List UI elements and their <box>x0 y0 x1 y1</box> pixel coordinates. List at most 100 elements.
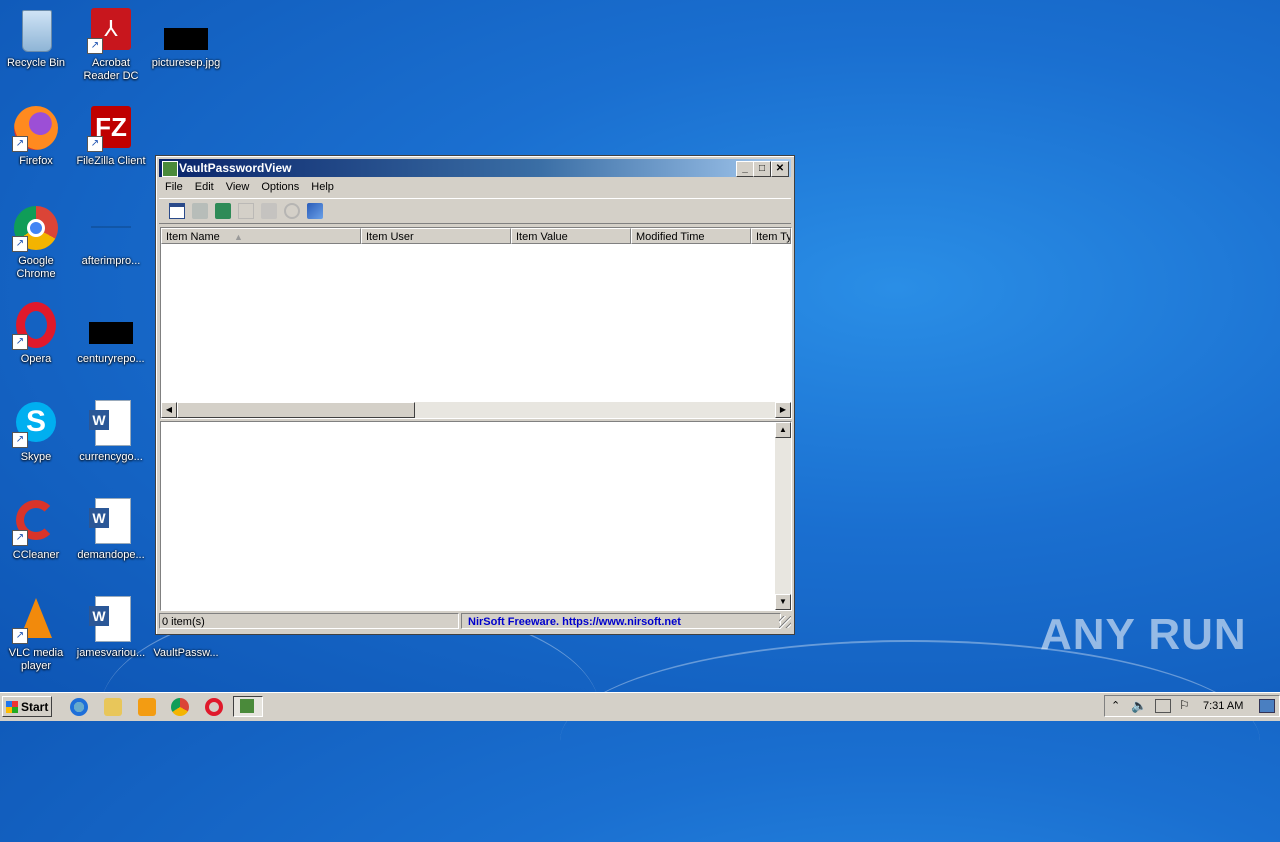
status-item-count: 0 item(s) <box>159 613 459 629</box>
file-explorer-icon[interactable] <box>104 698 122 716</box>
desktop-icon-label: Opera <box>20 353 52 365</box>
minimize-button[interactable]: _ <box>736 161 754 177</box>
shortcut-arrow-icon: ↗ <box>12 432 28 448</box>
desktop-icon-jamesvariou[interactable]: W jamesvariou... <box>73 596 149 660</box>
desktop-icon-label: VaultPassw... <box>153 647 219 659</box>
exit-icon[interactable] <box>307 203 323 219</box>
status-bar: 0 item(s) NirSoft Freeware. https://www.… <box>159 612 791 630</box>
desktop-icon-firefox[interactable]: ↗ Firefox <box>0 104 74 168</box>
acrobat-icon: ⅄ ↗ <box>87 6 135 54</box>
desktop-icon-ccleaner[interactable]: ↗ CCleaner <box>0 498 74 562</box>
desktop-icon-opera[interactable]: ↗ Opera <box>0 302 74 366</box>
word-doc-icon: W <box>87 596 135 644</box>
desktop-icon-skype[interactable]: S ↗ Skype <box>0 400 74 464</box>
scroll-down-button[interactable]: ▼ <box>775 594 791 610</box>
desktop-icon-label: centuryrepo... <box>77 353 145 365</box>
shortcut-arrow-icon: ↗ <box>12 530 28 546</box>
desktop-icon-filezilla[interactable]: FZ ↗ FileZilla Client <box>73 104 149 168</box>
refresh-icon[interactable] <box>215 203 231 219</box>
windows-logo-icon <box>6 701 18 713</box>
desktop-icon-demandope[interactable]: W demandope... <box>73 498 149 562</box>
desktop-icon-label: FileZilla Client <box>76 155 146 167</box>
column-header-item-user[interactable]: Item User <box>361 228 511 244</box>
desktop-icon-currencygo[interactable]: W currencygo... <box>73 400 149 464</box>
vaultpasswordview-taskbar-button[interactable] <box>233 696 263 717</box>
shortcut-arrow-icon: ↗ <box>12 334 28 350</box>
desktop-icon-acrobat[interactable]: ⅄ ↗ Acrobat Reader DC <box>73 6 149 83</box>
chrome-icon: ↗ <box>12 204 60 252</box>
column-header-item-value[interactable]: Item Value <box>511 228 631 244</box>
save-icon[interactable] <box>192 203 208 219</box>
desktop-icon-centuryrepo[interactable]: centuryrepo... <box>73 302 149 366</box>
show-desktop-icon[interactable] <box>1259 699 1275 713</box>
title-bar[interactable]: VaultPasswordView _ □ ✕ <box>159 159 791 177</box>
desktop-icon-label: Skype <box>20 451 52 463</box>
wallpaper-streak <box>560 640 1260 842</box>
close-button[interactable]: ✕ <box>771 161 789 177</box>
menu-edit[interactable]: Edit <box>189 178 220 196</box>
vaultpasswordview-icon <box>240 699 254 713</box>
desktop-icon-chrome[interactable]: ↗ Google Chrome <box>0 204 74 281</box>
desktop-icon-picturesep[interactable]: picturesep.jpg <box>148 6 224 70</box>
opera-taskbar-icon[interactable] <box>205 698 223 716</box>
filezilla-icon: FZ ↗ <box>87 104 135 152</box>
desktop-icon-afterimpro[interactable]: afterimpro... <box>73 204 149 268</box>
maximize-button[interactable]: □ <box>753 161 771 177</box>
menu-options[interactable]: Options <box>255 178 305 196</box>
scroll-left-button[interactable]: ◀ <box>161 402 177 418</box>
clock[interactable]: 7:31 AM <box>1203 700 1243 712</box>
show-hidden-icons-icon[interactable]: ⌃ <box>1111 699 1120 712</box>
menu-view[interactable]: View <box>220 178 256 196</box>
desktop-icon-label: picturesep.jpg <box>151 57 221 69</box>
ccleaner-icon: ↗ <box>12 498 60 546</box>
start-button[interactable]: Start <box>2 696 52 717</box>
column-header-item-type[interactable]: Item Ty <box>751 228 791 244</box>
find-icon[interactable] <box>284 203 300 219</box>
export-icon[interactable] <box>261 203 277 219</box>
vertical-scrollbar[interactable]: ▲ ▼ <box>775 422 791 610</box>
system-tray: ⌃ 🔈 ⚐ 7:31 AM <box>1104 695 1280 717</box>
menu-bar: File Edit View Options Help <box>159 178 791 196</box>
desktop-icon-vlc[interactable]: ↗ VLC media player <box>0 596 74 673</box>
column-header-item-name[interactable]: Item Name ▲ <box>161 228 361 244</box>
details-pane[interactable]: ▲ ▼ <box>160 421 792 611</box>
word-doc-icon: W <box>87 400 135 448</box>
copy-icon[interactable] <box>238 203 254 219</box>
file-icon <box>87 204 135 252</box>
desktop-icon-label: Acrobat Reader DC <box>83 57 139 82</box>
scroll-up-button[interactable]: ▲ <box>775 422 791 438</box>
desktop-icon-recycle-bin[interactable]: Recycle Bin <box>0 6 74 70</box>
horizontal-scroll-thumb[interactable] <box>177 402 415 418</box>
taskbar: Start ⌃ 🔈 ⚐ 7:31 AM <box>0 692 1280 721</box>
nirsoft-link[interactable]: NirSoft Freeware. https://www.nirsoft.ne… <box>461 613 781 629</box>
vaultpasswordview-window[interactable]: VaultPasswordView _ □ ✕ File Edit View O… <box>155 155 795 635</box>
network-icon[interactable] <box>1155 699 1171 713</box>
desktop-icon-label: demandope... <box>77 549 145 561</box>
resize-grip-icon[interactable] <box>779 616 791 628</box>
desktop-icon-label: Recycle Bin <box>6 57 66 69</box>
scroll-right-button[interactable]: ▶ <box>775 402 791 418</box>
horizontal-scrollbar[interactable]: ◀ ▶ <box>161 402 791 418</box>
properties-icon[interactable] <box>169 203 185 219</box>
column-header-modified-time[interactable]: Modified Time <box>631 228 751 244</box>
items-list[interactable]: Item Name ▲ Item User Item Value Modifie… <box>160 227 792 419</box>
toolbar <box>159 198 791 224</box>
desktop-icon-label: Google Chrome <box>16 255 56 280</box>
action-center-flag-icon[interactable]: ⚐ <box>1179 698 1190 712</box>
desktop-icon-label: CCleaner <box>12 549 60 561</box>
desktop-icon-label: jamesvariou... <box>76 647 146 659</box>
app-icon <box>162 161 178 177</box>
menu-file[interactable]: File <box>159 178 189 196</box>
internet-explorer-icon[interactable] <box>70 698 88 716</box>
desktop-icon-label: afterimpro... <box>81 255 141 267</box>
media-player-icon[interactable] <box>138 698 156 716</box>
word-doc-icon: W <box>87 498 135 546</box>
menu-help[interactable]: Help <box>305 178 340 196</box>
desktop-icon-label: VLC media player <box>8 647 64 672</box>
shortcut-arrow-icon: ↗ <box>87 38 103 54</box>
shortcut-arrow-icon: ↗ <box>12 136 28 152</box>
window-title: VaultPasswordView <box>179 161 292 175</box>
volume-icon[interactable]: 🔈 <box>1131 698 1147 714</box>
chrome-taskbar-icon[interactable] <box>171 698 189 716</box>
shortcut-arrow-icon: ↗ <box>12 236 28 252</box>
